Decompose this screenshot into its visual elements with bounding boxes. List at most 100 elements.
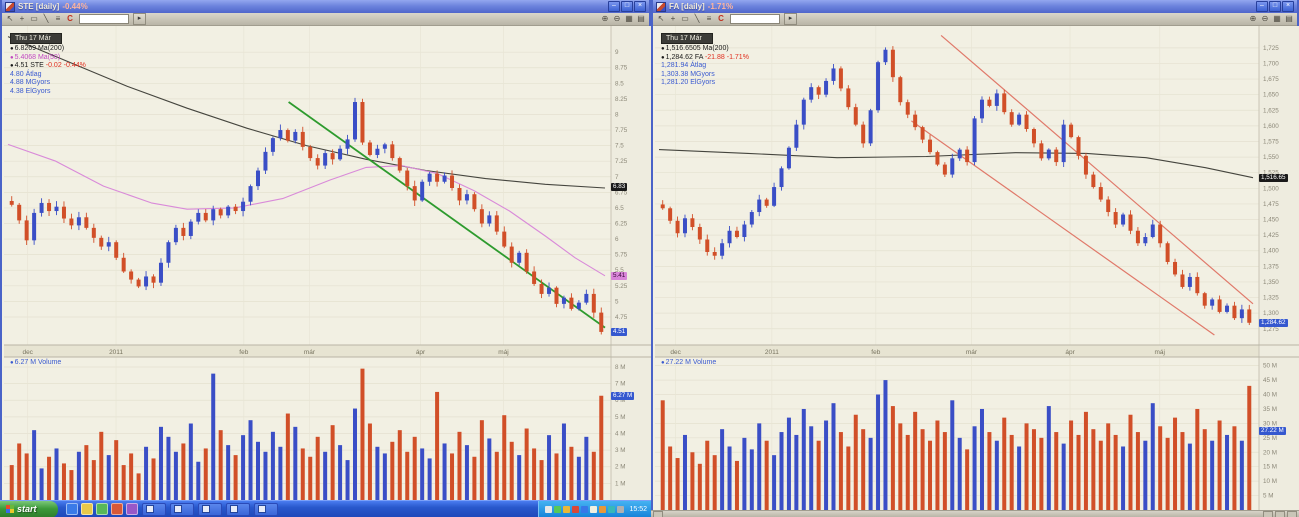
chart-window-right: FA [daily] -1.71% – □ × ↖ + ▭ ╲ ≡ C ▸ ⊕ … xyxy=(651,0,1299,517)
svg-text:7 M: 7 M xyxy=(615,381,626,388)
svg-text:15 M: 15 M xyxy=(1263,464,1277,471)
taskbar-window-button[interactable] xyxy=(142,503,166,516)
legend-row: 1,281.20 ElGyors xyxy=(661,79,749,88)
ie-icon[interactable] xyxy=(66,503,78,515)
svg-text:1,350: 1,350 xyxy=(1263,279,1279,286)
svg-text:20 M: 20 M xyxy=(1263,449,1277,456)
layout-icon[interactable]: ▤ xyxy=(636,14,646,24)
app-icon xyxy=(656,2,666,12)
price-axis-box: 5.41 xyxy=(611,272,627,280)
svg-text:10 M: 10 M xyxy=(1263,478,1277,485)
compare-tool-icon[interactable]: C xyxy=(716,14,726,24)
start-label: start xyxy=(17,504,37,514)
usb-icon[interactable] xyxy=(617,506,624,513)
crosshair-tool-icon[interactable]: + xyxy=(668,14,678,24)
zoom-in-icon[interactable]: ⊕ xyxy=(1248,14,1258,24)
svg-text:6.25: 6.25 xyxy=(615,221,628,228)
price-volume-chart[interactable]: dec2011febmáráprmáj1,7251,7001,6751,6501… xyxy=(655,26,1299,510)
folder-icon[interactable] xyxy=(81,503,93,515)
mail-icon[interactable] xyxy=(599,506,606,513)
volume-axis-box: 27.22 M xyxy=(1259,427,1286,435)
window-titlebar[interactable]: FA [daily] -1.71% – □ × xyxy=(653,0,1297,13)
antivirus-icon[interactable] xyxy=(563,506,570,513)
pane-plus-button[interactable] xyxy=(653,511,663,517)
scroll-left-button[interactable] xyxy=(1263,511,1273,517)
layout-icon[interactable]: ▤ xyxy=(1284,14,1294,24)
taskbar-window-buttons xyxy=(138,503,278,516)
svg-text:dec: dec xyxy=(22,349,33,356)
svg-text:1,450: 1,450 xyxy=(1263,217,1279,224)
start-button[interactable]: start xyxy=(0,501,58,517)
shield-icon[interactable] xyxy=(608,506,615,513)
svg-text:6.5: 6.5 xyxy=(615,205,624,212)
minimize-button[interactable]: – xyxy=(608,1,620,12)
legend-row: 4.38 ElGyors xyxy=(10,88,86,97)
close-button[interactable]: × xyxy=(634,1,646,12)
legend-row: ●4.51 STE -0.02 -0.44% xyxy=(10,62,86,71)
taskbar: start 15:52 xyxy=(0,500,651,517)
maximize-button[interactable]: □ xyxy=(1269,1,1281,12)
media-icon[interactable] xyxy=(126,503,138,515)
taskbar-window-button[interactable] xyxy=(198,503,222,516)
update-icon[interactable] xyxy=(581,506,588,513)
chart-icon[interactable] xyxy=(590,506,597,513)
volume-icon[interactable] xyxy=(545,506,552,513)
pointer-tool-icon[interactable]: ↖ xyxy=(5,14,15,24)
svg-text:1,325: 1,325 xyxy=(1263,295,1279,302)
svg-text:2011: 2011 xyxy=(765,349,779,356)
help-icon[interactable] xyxy=(96,503,108,515)
network-icon[interactable] xyxy=(554,506,561,513)
svg-text:50 M: 50 M xyxy=(1263,363,1277,370)
svg-text:már: már xyxy=(966,349,978,356)
svg-text:már: már xyxy=(304,349,316,356)
indicators-tool-icon[interactable]: ≡ xyxy=(53,14,63,24)
symbol-input[interactable] xyxy=(730,14,780,24)
zoom-out-icon[interactable]: ⊖ xyxy=(612,14,622,24)
window-title: FA [daily] xyxy=(669,2,705,11)
symbol-input[interactable] xyxy=(79,14,129,24)
taskbar-window-button[interactable] xyxy=(226,503,250,516)
zoom-rect-tool-icon[interactable]: ▭ xyxy=(680,14,690,24)
taskbar-window-button[interactable] xyxy=(170,503,194,516)
chart-window-left: STE [daily] -0.44% – □ × ↖ + ▭ ╲ ≡ C ▸ ⊕… xyxy=(0,0,651,517)
go-button[interactable]: ▸ xyxy=(133,13,146,25)
go-button[interactable]: ▸ xyxy=(784,13,797,25)
pointer-tool-icon[interactable]: ↖ xyxy=(656,14,666,24)
window-title-change: -1.71% xyxy=(708,2,733,11)
price-axis-box: 1,284.62 xyxy=(1259,319,1288,327)
compare-tool-icon[interactable]: C xyxy=(65,14,75,24)
messenger-icon[interactable] xyxy=(572,506,579,513)
grid-icon[interactable]: ▦ xyxy=(624,14,634,24)
trendline-tool-icon[interactable]: ╲ xyxy=(692,14,702,24)
resize-handle[interactable] xyxy=(1287,511,1297,517)
crosshair-tool-icon[interactable]: + xyxy=(17,14,27,24)
desktop: STE [daily] -0.44% – □ × ↖ + ▭ ╲ ≡ C ▸ ⊕… xyxy=(0,0,1299,517)
window-titlebar[interactable]: STE [daily] -0.44% – □ × xyxy=(2,0,649,13)
trendline-tool-icon[interactable]: ╲ xyxy=(41,14,51,24)
indicators-tool-icon[interactable]: ≡ xyxy=(704,14,714,24)
taskbar-window-button[interactable] xyxy=(254,503,278,516)
maximize-button[interactable]: □ xyxy=(621,1,633,12)
legend-row: 4.80 Átlag xyxy=(10,71,86,80)
series-dot-icon: ● xyxy=(661,46,665,52)
grid-icon[interactable]: ▦ xyxy=(1272,14,1282,24)
price-axis-box: 1,516.65 xyxy=(1259,174,1288,182)
desktop-icon[interactable] xyxy=(111,503,123,515)
scroll-right-button[interactable] xyxy=(1275,511,1285,517)
zoom-in-icon[interactable]: ⊕ xyxy=(600,14,610,24)
zoom-out-icon[interactable]: ⊖ xyxy=(1260,14,1270,24)
series-dot-icon: ● xyxy=(661,360,665,366)
svg-text:ápr: ápr xyxy=(416,349,426,356)
windows-flag-icon xyxy=(6,505,14,513)
x-axis-strip xyxy=(655,345,1259,357)
window-title-change: -0.44% xyxy=(62,2,87,11)
close-button[interactable]: × xyxy=(1282,1,1294,12)
svg-text:1,475: 1,475 xyxy=(1263,201,1279,208)
series-dot-icon: ● xyxy=(10,55,14,61)
price-volume-chart[interactable]: dec2011febmáráprmáj98.758.58.2587.757.57… xyxy=(4,26,651,500)
svg-text:4.75: 4.75 xyxy=(615,314,628,321)
svg-text:ápr: ápr xyxy=(1065,349,1075,356)
minimize-button[interactable]: – xyxy=(1256,1,1268,12)
legend-row: 1,303.38 MGyors xyxy=(661,71,749,80)
zoom-rect-tool-icon[interactable]: ▭ xyxy=(29,14,39,24)
